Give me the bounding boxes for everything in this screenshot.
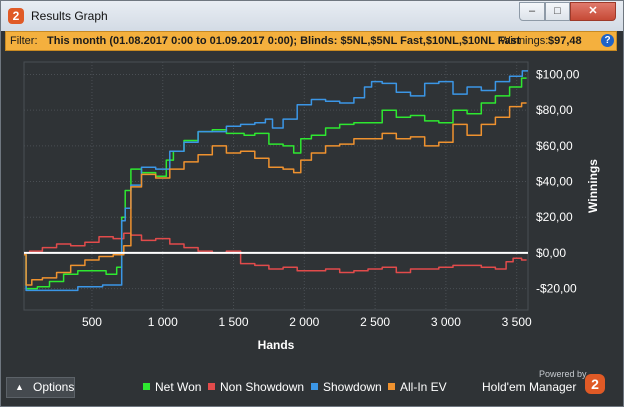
series-line-all-in-ev bbox=[24, 102, 527, 286]
options-button[interactable]: ▲ Options bbox=[6, 377, 75, 398]
legend-label: Net Won bbox=[155, 380, 202, 394]
results-graph-window: 2 Results Graph – □ ✕ Filter: This month… bbox=[0, 0, 624, 407]
y-tick-label: $80,00 bbox=[536, 103, 573, 117]
legend-swatch bbox=[388, 383, 395, 390]
x-tick-label: 2 500 bbox=[360, 315, 390, 329]
y-tick-label: $60,00 bbox=[536, 139, 573, 153]
brand-name: Hold'em Manager bbox=[482, 380, 577, 394]
legend-label: Showdown bbox=[323, 380, 382, 394]
legend-item-non-showdown[interactable]: Non Showdown bbox=[208, 380, 304, 394]
x-axis-title: Hands bbox=[258, 338, 295, 352]
plot-area bbox=[23, 61, 529, 311]
chevron-up-icon: ▲ bbox=[15, 382, 24, 392]
legend-item-showdown[interactable]: Showdown bbox=[311, 380, 382, 394]
legend-item-net-won[interactable]: Net Won bbox=[143, 380, 201, 394]
options-label: Options bbox=[33, 380, 75, 394]
x-tick-label: 2 000 bbox=[289, 315, 319, 329]
powered-by-label: Powered by bbox=[539, 369, 587, 379]
x-tick-label: 1 000 bbox=[148, 315, 178, 329]
y-tick-label: $0,00 bbox=[536, 246, 566, 260]
x-tick-label: 3 500 bbox=[502, 315, 532, 329]
y-tick-label: $20,00 bbox=[536, 210, 573, 224]
legend-swatch bbox=[143, 383, 150, 390]
legend-item-all-in-ev[interactable]: All-In EV bbox=[388, 380, 447, 394]
y-tick-label: $40,00 bbox=[536, 175, 573, 189]
legend-label: All-In EV bbox=[400, 380, 447, 394]
y-tick-label: -$20,00 bbox=[536, 282, 577, 296]
y-axis-title: Winnings bbox=[586, 159, 600, 213]
x-tick-label: 3 000 bbox=[431, 315, 461, 329]
legend-swatch bbox=[208, 383, 215, 390]
legend-swatch bbox=[311, 383, 318, 390]
legend-label: Non Showdown bbox=[220, 380, 305, 394]
y-tick-label: $100,00 bbox=[536, 67, 580, 81]
results-chart: $100,00 $80,00 $60,00 $40,00 $20,00 $0,00 -$20… bbox=[23, 61, 600, 352]
x-tick-label: 1 500 bbox=[219, 315, 249, 329]
x-tick-label: 500 bbox=[82, 315, 102, 329]
brand-logo-icon: 2 bbox=[585, 374, 605, 394]
